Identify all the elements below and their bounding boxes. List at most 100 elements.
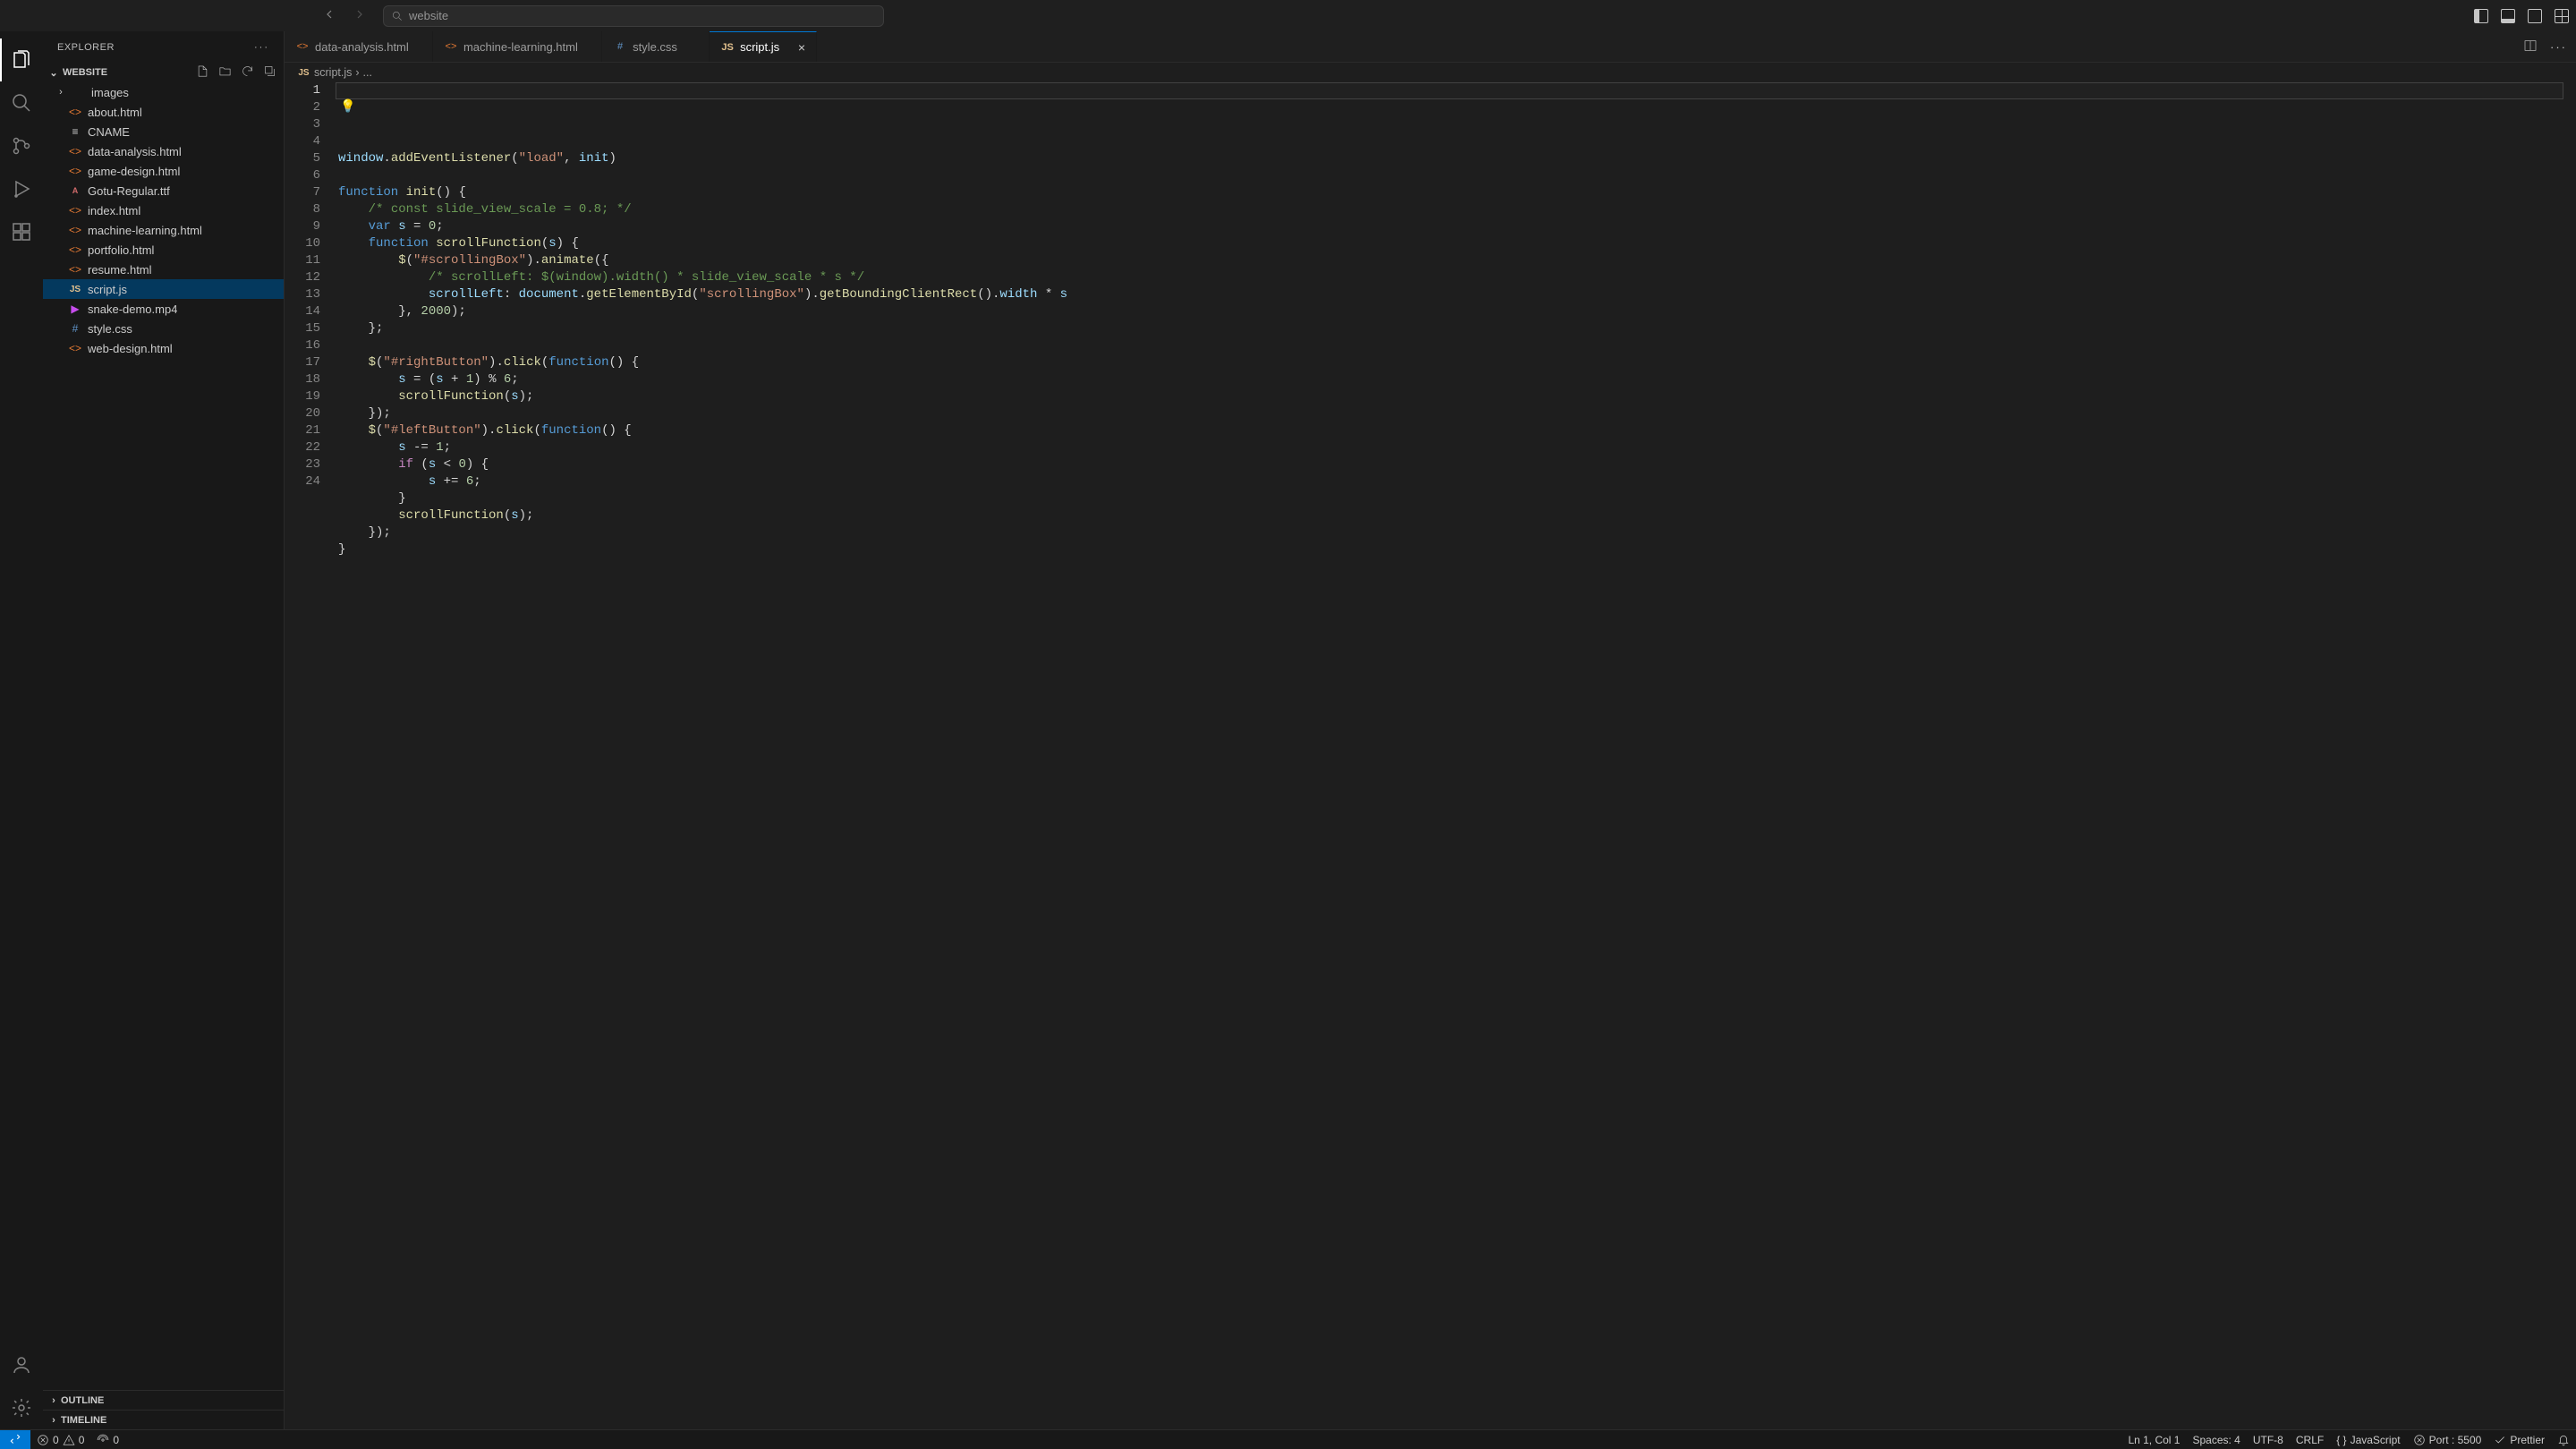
- close-icon[interactable]: ×: [798, 40, 805, 55]
- search-placeholder: website: [409, 9, 448, 22]
- explorer-folder-header[interactable]: ⌄ WEBSITE: [43, 63, 284, 82]
- status-ports[interactable]: 0: [90, 1430, 125, 1449]
- status-live-server[interactable]: Port : 5500: [2407, 1430, 2488, 1449]
- activity-search[interactable]: [0, 81, 43, 124]
- tree-item-label: index.html: [88, 204, 140, 217]
- tab-label: machine-learning.html: [463, 40, 578, 54]
- tree-item-label: web-design.html: [88, 342, 173, 355]
- video-file-icon: ▶: [68, 302, 82, 316]
- tree-folder[interactable]: ›images: [43, 82, 284, 102]
- activity-accounts[interactable]: [0, 1343, 43, 1386]
- minimap[interactable]: [2563, 82, 2576, 1429]
- status-notifications[interactable]: [2551, 1430, 2576, 1449]
- new-file-icon[interactable]: [196, 64, 209, 81]
- collapse-all-icon[interactable]: [263, 64, 276, 81]
- status-bar: 0 0 0 Ln 1, Col 1 Spaces: 4 UTF-8 CRLF {…: [0, 1429, 2576, 1449]
- activity-bar: [0, 31, 43, 1429]
- command-center-search[interactable]: website: [383, 5, 884, 27]
- sidebar-explorer: EXPLORER ··· ⌄ WEBSITE ›images<>a: [43, 31, 285, 1429]
- tree-file[interactable]: <>index.html: [43, 200, 284, 220]
- status-encoding[interactable]: UTF-8: [2247, 1430, 2290, 1449]
- tree-file[interactable]: AGotu-Regular.ttf: [43, 181, 284, 200]
- editor-tab[interactable]: <>data-analysis.html×: [285, 31, 433, 62]
- activity-source-control[interactable]: [0, 124, 43, 167]
- breadcrumb-file: script.js: [314, 66, 352, 79]
- sidebar-section-outline[interactable]: › OUTLINE: [43, 1390, 284, 1410]
- font-file-icon: A: [68, 183, 82, 198]
- code-line: function init() {: [338, 184, 2563, 201]
- sidebar-section-timeline[interactable]: › TIMELINE: [43, 1410, 284, 1429]
- split-editor-icon[interactable]: [2523, 38, 2538, 55]
- folder-name: WEBSITE: [63, 67, 107, 78]
- tree-file[interactable]: #style.css: [43, 319, 284, 338]
- tab-label: style.css: [633, 40, 677, 54]
- editor-group: <>data-analysis.html×<>machine-learning.…: [285, 31, 2576, 1429]
- tree-file[interactable]: <>portfolio.html: [43, 240, 284, 260]
- tab-label: script.js: [740, 40, 779, 54]
- tree-file[interactable]: JSscript.js: [43, 279, 284, 299]
- code-line: }: [338, 541, 2563, 558]
- activity-run-debug[interactable]: [0, 167, 43, 210]
- status-language[interactable]: { } JavaScript: [2330, 1430, 2406, 1449]
- tree-item-label: resume.html: [88, 263, 152, 277]
- new-folder-icon[interactable]: [218, 64, 232, 81]
- code-line: if (s < 0) {: [338, 456, 2563, 473]
- tree-file[interactable]: <>game-design.html: [43, 161, 284, 181]
- status-prettier[interactable]: Prettier: [2487, 1430, 2551, 1449]
- tree-item-label: data-analysis.html: [88, 145, 182, 158]
- code-line: s = (s + 1) % 6;: [338, 371, 2563, 388]
- tree-file[interactable]: <> web-design.html: [43, 338, 284, 358]
- code-line: [338, 337, 2563, 354]
- js-file-icon: JS: [720, 40, 735, 55]
- line-number-gutter: 123456789101112131415161718192021222324: [285, 82, 338, 1429]
- tree-file[interactable]: ▶snake-demo.mp4: [43, 299, 284, 319]
- activity-explorer[interactable]: [0, 38, 43, 81]
- tree-item-label: portfolio.html: [88, 243, 154, 257]
- tree-item-label: game-design.html: [88, 165, 180, 178]
- editor-tab[interactable]: #style.css×: [602, 31, 710, 62]
- toggle-panel-icon[interactable]: [2501, 9, 2515, 23]
- titlebar: website: [0, 0, 2576, 31]
- html-file-icon: <>: [68, 223, 82, 237]
- txt-file-icon: ≡: [68, 124, 82, 139]
- breadcrumbs[interactable]: JS script.js › ...: [285, 63, 2576, 82]
- nav-forward-icon[interactable]: [353, 7, 367, 24]
- customize-layout-icon[interactable]: [2555, 9, 2569, 23]
- code-content[interactable]: 💡 window.addEventListener("load", init) …: [338, 82, 2563, 1429]
- file-tree: ›images<>about.html≡CNAME<>data-analysis…: [43, 82, 284, 1390]
- code-line: scrollFunction(s);: [338, 507, 2563, 524]
- remote-indicator[interactable]: [0, 1430, 30, 1449]
- activity-settings[interactable]: [0, 1386, 43, 1429]
- css-file-icon: #: [68, 321, 82, 336]
- nav-back-icon[interactable]: [322, 7, 336, 24]
- toggle-primary-sidebar-icon[interactable]: [2474, 9, 2488, 23]
- editor-tab[interactable]: <>machine-learning.html×: [433, 31, 602, 62]
- status-eol[interactable]: CRLF: [2290, 1430, 2330, 1449]
- warning-count: 0: [79, 1434, 85, 1446]
- error-count: 0: [53, 1434, 59, 1446]
- tree-file[interactable]: <>machine-learning.html: [43, 220, 284, 240]
- tree-file[interactable]: <>resume.html: [43, 260, 284, 279]
- code-line: var s = 0;: [338, 218, 2563, 235]
- status-cursor[interactable]: Ln 1, Col 1: [2121, 1430, 2186, 1449]
- editor-tab[interactable]: JS script.js ×: [710, 31, 817, 62]
- code-line: scrollFunction(s);: [338, 388, 2563, 405]
- refresh-icon[interactable]: [241, 64, 254, 81]
- search-icon: [391, 10, 404, 22]
- tree-file[interactable]: <>data-analysis.html: [43, 141, 284, 161]
- code-line: s += 6;: [338, 473, 2563, 490]
- html-file-icon: <>: [68, 105, 82, 119]
- activity-extensions[interactable]: [0, 210, 43, 253]
- status-indent[interactable]: Spaces: 4: [2186, 1430, 2246, 1449]
- toggle-secondary-sidebar-icon[interactable]: [2528, 9, 2542, 23]
- tree-file[interactable]: <>about.html: [43, 102, 284, 122]
- code-line: function scrollFunction(s) {: [338, 235, 2563, 252]
- editor-more-icon[interactable]: ···: [2550, 40, 2567, 54]
- status-problems[interactable]: 0 0: [30, 1430, 90, 1449]
- lightbulb-icon[interactable]: 💡: [340, 99, 353, 113]
- tree-file[interactable]: ≡CNAME: [43, 122, 284, 141]
- sidebar-more-icon[interactable]: ···: [254, 42, 269, 53]
- css-file-icon: #: [613, 39, 627, 54]
- code-line: /* const slide_view_scale = 0.8; */: [338, 201, 2563, 218]
- html-file-icon: <>: [68, 341, 82, 355]
